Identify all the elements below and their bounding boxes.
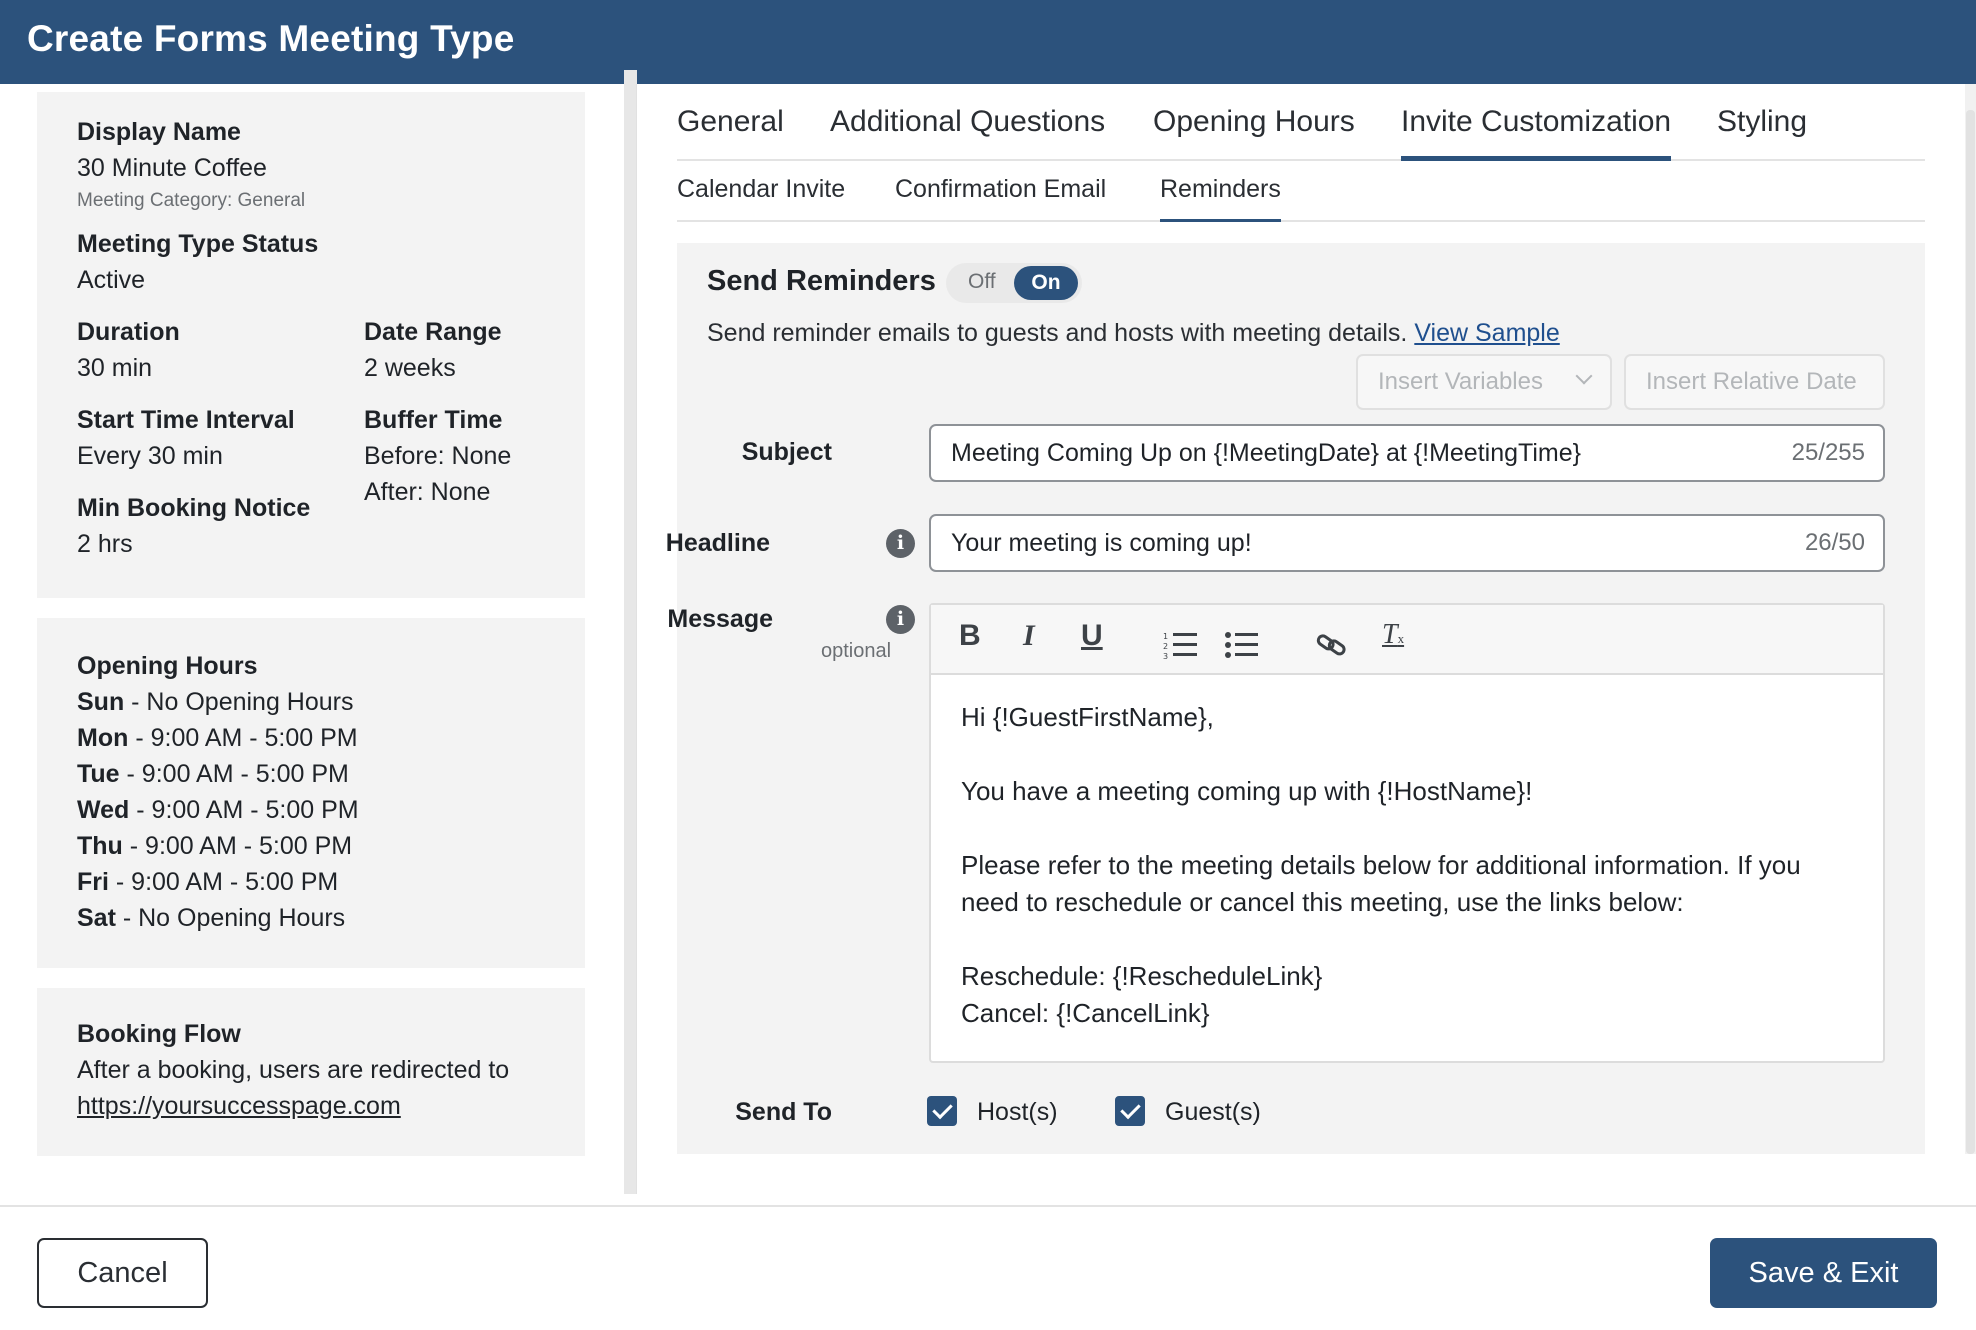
opening-hours-title: Opening Hours xyxy=(77,652,258,680)
reminders-panel: Send Reminders Off On Send reminder emai… xyxy=(666,243,1925,1154)
message-line xyxy=(961,736,1861,773)
page-title: Create Forms Meeting Type xyxy=(27,18,515,59)
opening-hours-card: Opening Hours Sun - No Opening Hours Mon… xyxy=(37,618,585,968)
host-checkbox-label[interactable]: Host(s) xyxy=(977,1098,1058,1127)
subject-char-count: 25/255 xyxy=(1791,439,1865,466)
hours-row: Wed - 9:00 AM - 5:00 PM xyxy=(77,796,359,824)
headline-info-icon[interactable]: i xyxy=(886,529,915,558)
guest-checkbox-label[interactable]: Guest(s) xyxy=(1165,1098,1261,1127)
tab-invite-customization[interactable]: Invite Customization xyxy=(1401,105,1672,161)
headline-char-count: 26/50 xyxy=(1804,529,1865,556)
subtab-calendar-invite[interactable]: Calendar Invite xyxy=(677,175,845,222)
date-range-value: 2 weeks xyxy=(364,354,456,382)
headline-label: Headline xyxy=(665,529,770,557)
hours-row: Fri - 9:00 AM - 5:00 PM xyxy=(77,868,339,896)
hours-row: Tue - 9:00 AM - 5:00 PM xyxy=(77,760,349,788)
send-to-label: Send To xyxy=(735,1098,832,1126)
min-notice-label: Min Booking Notice xyxy=(77,494,311,522)
tab-styling[interactable]: Styling xyxy=(1717,105,1807,161)
hours-row: Thu - 9:00 AM - 5:00 PM xyxy=(77,832,353,860)
bulleted-list-icon[interactable] xyxy=(1224,625,1260,665)
duration-value: 30 min xyxy=(77,354,153,382)
booking-flow-title: Booking Flow xyxy=(77,1020,241,1048)
bold-button[interactable]: B xyxy=(959,619,981,659)
main-tabs: General Additional Questions Opening Hou… xyxy=(677,105,1925,161)
panel-divider xyxy=(636,84,637,1194)
numbered-list-icon[interactable]: 1 2 3 xyxy=(1163,625,1199,665)
toggle-on-label: On xyxy=(1014,266,1078,300)
svg-text:3: 3 xyxy=(1163,652,1168,661)
footer-divider xyxy=(0,1205,1976,1207)
chevron-down-icon xyxy=(1575,367,1593,385)
subject-label: Subject xyxy=(741,438,832,466)
buffer-after-value: After: None xyxy=(364,478,491,506)
buffer-time-label: Buffer Time xyxy=(364,406,503,434)
message-line: You have a meeting coming up with {!Host… xyxy=(961,776,1533,806)
hours-row: Sun - No Opening Hours xyxy=(77,688,354,716)
send-reminders-toggle[interactable]: Off On xyxy=(946,263,1082,303)
hours-row: Mon - 9:00 AM - 5:00 PM xyxy=(77,724,358,752)
display-name-value: 30 Minute Coffee xyxy=(77,154,267,182)
buffer-before-value: Before: None xyxy=(364,442,512,470)
headline-input[interactable]: Your meeting is coming up! 26/50 xyxy=(929,514,1885,572)
message-line xyxy=(961,921,1861,958)
host-checkbox[interactable] xyxy=(927,1096,957,1126)
link-icon[interactable] xyxy=(1316,625,1348,665)
tab-general[interactable]: General xyxy=(677,105,784,161)
message-line: Cancel: {!CancelLink} xyxy=(961,998,1210,1028)
insert-variables-dropdown[interactable]: Insert Variables xyxy=(1356,354,1612,410)
editor-toolbar: B I U 1 2 3 Tx xyxy=(931,605,1883,675)
message-info-icon[interactable]: i xyxy=(886,605,915,634)
status-value: Active xyxy=(77,266,146,294)
start-interval-label: Start Time Interval xyxy=(77,406,295,434)
tab-additional-questions[interactable]: Additional Questions xyxy=(830,105,1105,161)
view-sample-link[interactable]: View Sample xyxy=(1414,319,1559,347)
meeting-details-card: Display Name 30 Minute Coffee Meeting Ca… xyxy=(37,92,585,598)
reminders-description: Send reminder emails to guests and hosts… xyxy=(707,319,1560,347)
guest-checkbox[interactable] xyxy=(1115,1096,1145,1126)
clear-formatting-icon[interactable]: Tx xyxy=(1382,619,1404,659)
right-scrollbar-thumb[interactable] xyxy=(1966,110,1975,1154)
date-range-label: Date Range xyxy=(364,318,502,346)
headline-value: Your meeting is coming up! xyxy=(951,529,1252,557)
insert-relative-date-button[interactable]: Insert Relative Date xyxy=(1624,354,1885,410)
subject-input[interactable]: Meeting Coming Up on {!MeetingDate} at {… xyxy=(929,424,1885,482)
invite-subtabs: Calendar Invite Confirmation Email Remin… xyxy=(677,175,1925,222)
save-and-exit-button[interactable]: Save & Exit xyxy=(1710,1238,1937,1308)
message-line: Hi {!GuestFirstName}, xyxy=(961,702,1214,732)
subtab-reminders[interactable]: Reminders xyxy=(1160,175,1281,222)
message-body[interactable]: Hi {!GuestFirstName}, You have a meeting… xyxy=(961,699,1861,1032)
booking-flow-text: After a booking, users are redirected to xyxy=(77,1056,510,1084)
title-bar: Create Forms Meeting Type xyxy=(0,0,1976,84)
min-notice-value: 2 hrs xyxy=(77,530,133,558)
italic-button[interactable]: I xyxy=(1023,619,1035,659)
message-editor[interactable]: B I U 1 2 3 Tx Hi {!GuestFirstName}, You… xyxy=(929,603,1885,1063)
display-name-label: Display Name xyxy=(77,118,241,146)
success-page-link[interactable]: https://yoursuccesspage.com xyxy=(77,1092,401,1121)
message-line: Please refer to the meeting details belo… xyxy=(961,850,1801,917)
svg-text:2: 2 xyxy=(1163,642,1168,651)
message-line: Reschedule: {!RescheduleLink} xyxy=(961,961,1323,991)
underline-button[interactable]: U xyxy=(1081,619,1103,659)
message-optional-hint: optional xyxy=(820,640,892,662)
status-label: Meeting Type Status xyxy=(77,230,319,258)
svg-text:1: 1 xyxy=(1163,632,1168,641)
subject-value: Meeting Coming Up on {!MeetingDate} at {… xyxy=(951,439,1581,467)
message-label: Message xyxy=(667,605,773,633)
booking-flow-card: Booking Flow After a booking, users are … xyxy=(37,988,585,1156)
toggle-off-label: Off xyxy=(968,270,996,293)
message-line xyxy=(961,810,1861,847)
start-interval-value: Every 30 min xyxy=(77,442,223,470)
send-reminders-title: Send Reminders xyxy=(707,265,936,297)
meeting-category: Meeting Category: General xyxy=(77,190,306,211)
duration-label: Duration xyxy=(77,318,180,346)
hours-row: Sat - No Opening Hours xyxy=(77,904,346,932)
summary-panel: Display Name 30 Minute Coffee Meeting Ca… xyxy=(0,84,637,1194)
tab-opening-hours[interactable]: Opening Hours xyxy=(1153,105,1355,161)
subtab-confirmation-email[interactable]: Confirmation Email xyxy=(895,175,1106,222)
cancel-button[interactable]: Cancel xyxy=(37,1238,208,1308)
